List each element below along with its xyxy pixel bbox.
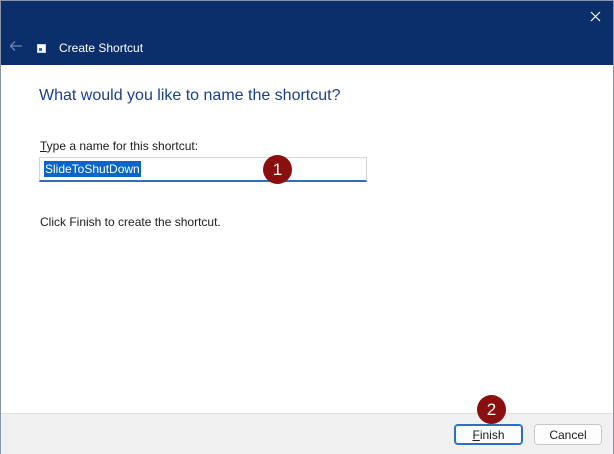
- label-text: ype a name for this shortcut:: [46, 139, 199, 153]
- finish-label: inish: [479, 427, 505, 442]
- create-shortcut-window: Create Shortcut What would you like to n…: [0, 0, 614, 454]
- step-badge-1: 1: [263, 155, 292, 184]
- back-button[interactable]: [5, 35, 27, 57]
- shortcut-name-label: Type a name for this shortcut:: [40, 139, 198, 153]
- window-title: Create Shortcut: [59, 41, 144, 55]
- page-heading: What would you like to name the shortcut…: [39, 87, 341, 104]
- step-badge-2: 2: [477, 395, 506, 424]
- back-arrow-icon: [9, 41, 22, 51]
- finish-mnemonic: F: [472, 427, 480, 442]
- title-bar: Create Shortcut: [1, 1, 613, 65]
- close-icon: [590, 11, 600, 21]
- label-mnemonic: T: [40, 139, 47, 153]
- shortcut-app-icon: [37, 44, 46, 53]
- cancel-button[interactable]: Cancel: [534, 424, 602, 445]
- finish-hint: Click Finish to create the shortcut.: [40, 215, 221, 229]
- shortcut-name-value: SlideToShutDown: [44, 161, 141, 177]
- shortcut-name-input[interactable]: SlideToShutDown: [39, 157, 367, 182]
- finish-button[interactable]: Finish: [454, 424, 523, 445]
- close-button[interactable]: [577, 1, 613, 31]
- button-bar: Finish Cancel: [1, 413, 613, 454]
- wizard-content: What would you like to name the shortcut…: [1, 65, 613, 413]
